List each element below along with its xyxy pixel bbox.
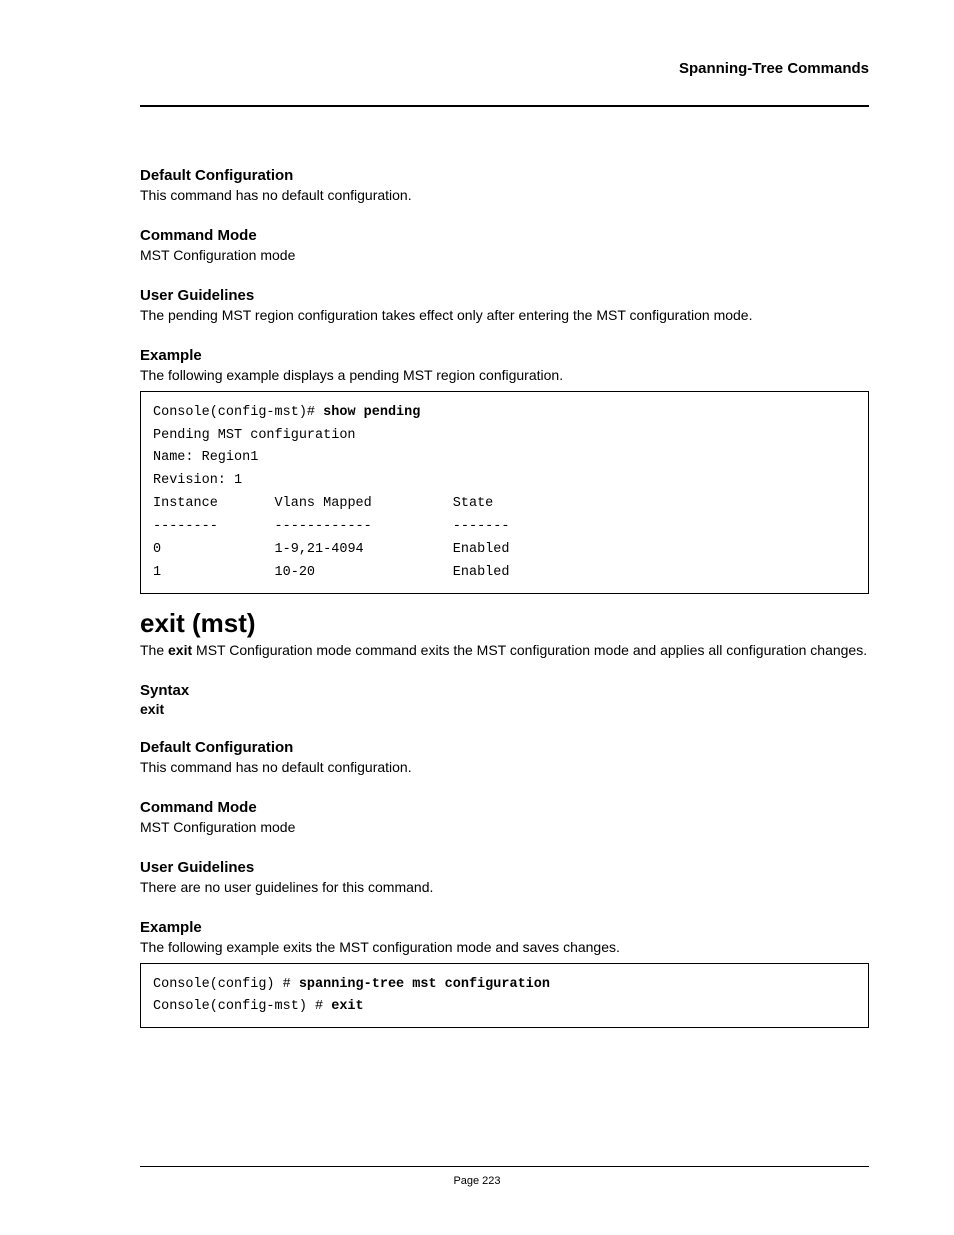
body-text: The following example displays a pending… xyxy=(140,366,869,385)
code-output: Revision: 1 xyxy=(153,473,242,488)
command-heading: exit (mst) xyxy=(140,608,869,639)
code-output: Pending MST configuration xyxy=(153,428,356,443)
page-footer: Page 223 xyxy=(0,1166,954,1187)
code-prompt: Console(config-mst)# xyxy=(153,405,323,420)
code-col: 1-9,21-4094 xyxy=(275,542,364,557)
code-col: ------- xyxy=(453,519,510,534)
code-col: Enabled xyxy=(453,565,510,580)
text: The xyxy=(140,642,168,658)
code-col: State xyxy=(453,496,494,511)
code-col: 10-20 xyxy=(275,565,316,580)
body-text: This command has no default configuratio… xyxy=(140,758,869,777)
code-col: -------- xyxy=(153,519,218,534)
body-text: MST Configuration mode xyxy=(140,246,869,265)
footer-rule xyxy=(140,1166,869,1167)
section-heading-example: Example xyxy=(140,919,869,936)
section-heading-default-config: Default Configuration xyxy=(140,739,869,756)
syntax-word: exit xyxy=(140,701,869,717)
code-prompt: Console(config) # xyxy=(153,977,299,992)
body-text: The pending MST region configuration tak… xyxy=(140,306,869,325)
header-rule xyxy=(140,105,869,107)
text-bold: exit xyxy=(168,642,192,658)
body-text: The following example exits the MST conf… xyxy=(140,938,869,957)
code-col: 1 xyxy=(153,565,161,580)
section-heading-user-guidelines: User Guidelines xyxy=(140,859,869,876)
code-command: show pending xyxy=(323,405,420,420)
body-text: MST Configuration mode xyxy=(140,818,869,837)
section-heading-default-config: Default Configuration xyxy=(140,167,869,184)
code-block-exit: Console(config) # spanning-tree mst conf… xyxy=(140,963,869,1029)
code-col: Enabled xyxy=(453,542,510,557)
code-output: Name: Region1 xyxy=(153,450,258,465)
code-command: exit xyxy=(331,999,363,1014)
section-heading-example: Example xyxy=(140,347,869,364)
code-col: Vlans Mapped xyxy=(275,496,372,511)
code-col: 0 xyxy=(153,542,161,557)
page-number: Page 223 xyxy=(0,1175,954,1187)
body-text: There are no user guidelines for this co… xyxy=(140,878,869,897)
section-heading-command-mode: Command Mode xyxy=(140,799,869,816)
page-content: Spanning-Tree Commands Default Configura… xyxy=(0,0,954,1082)
code-prompt: Console(config-mst) # xyxy=(153,999,331,1014)
text: MST Configuration mode command exits the… xyxy=(192,642,867,658)
code-command: spanning-tree mst configuration xyxy=(299,977,550,992)
code-col: ------------ xyxy=(275,519,372,534)
section-heading-command-mode: Command Mode xyxy=(140,227,869,244)
command-description: The exit MST Configuration mode command … xyxy=(140,641,869,660)
section-heading-user-guidelines: User Guidelines xyxy=(140,287,869,304)
code-col: Instance xyxy=(153,496,218,511)
code-block-show-pending: Console(config-mst)# show pending Pendin… xyxy=(140,391,869,595)
running-header: Spanning-Tree Commands xyxy=(140,60,869,77)
section-heading-syntax: Syntax xyxy=(140,682,869,699)
body-text: This command has no default configuratio… xyxy=(140,186,869,205)
